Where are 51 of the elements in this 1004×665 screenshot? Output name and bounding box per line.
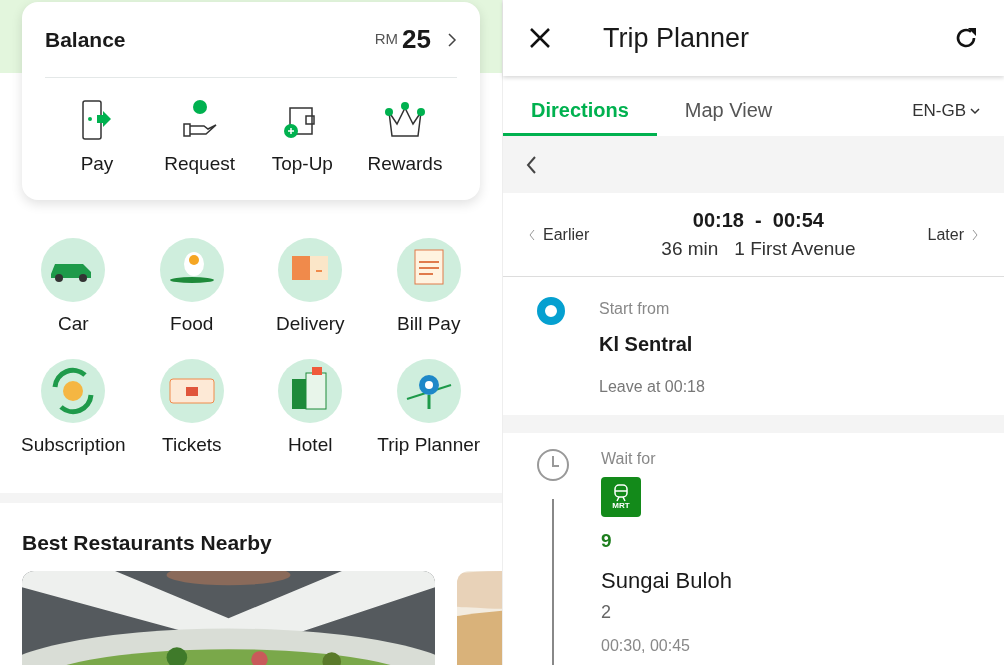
service-shortcut[interactable]: Hotel <box>251 358 370 459</box>
leave-time: Leave at 00:18 <box>599 377 705 397</box>
earlier-button[interactable]: Earlier <box>529 222 590 247</box>
service-shortcut[interactable]: Subscription <box>14 358 133 459</box>
food-plate-icon <box>159 238 224 302</box>
service-shortcut[interactable]: Bill Pay <box>369 238 488 339</box>
chevron-left-icon <box>529 228 535 241</box>
balance-label: Balance <box>45 26 126 53</box>
service-shortcut[interactable]: Food <box>132 238 251 339</box>
wallet-action[interactable]: Request <box>151 98 248 179</box>
map-pin-icon <box>396 358 461 423</box>
chevron-right-icon <box>972 228 978 241</box>
car-icon <box>41 238 106 302</box>
close-icon[interactable] <box>529 27 551 49</box>
bill-icon <box>396 238 461 302</box>
later-button[interactable]: Later <box>927 222 978 247</box>
platform-number: 2 <box>601 600 612 624</box>
destination: 1 First Avenue <box>734 237 856 262</box>
train-icon <box>613 484 629 502</box>
departure-times: 00:30, 00:45 <box>601 635 691 656</box>
refresh-icon[interactable] <box>954 26 978 50</box>
hotel-icon <box>278 358 343 423</box>
tab[interactable]: Map View <box>656 76 801 136</box>
wallet-action[interactable]: Rewards <box>356 98 453 179</box>
page-title: Trip Planner <box>603 21 750 55</box>
language-selector[interactable]: EN-GB <box>912 98 980 124</box>
clock-icon <box>535 447 571 483</box>
back-icon[interactable] <box>525 154 537 175</box>
start-place: Kl Sentral <box>599 332 694 357</box>
service-shortcut[interactable]: Delivery <box>251 238 370 339</box>
badge-label: MRT <box>612 502 630 510</box>
ticket-icon <box>159 358 224 423</box>
start-label: Start from <box>599 299 671 319</box>
service-shortcut[interactable]: Trip Planner <box>369 358 488 459</box>
service-shortcut[interactable]: Tickets <box>132 358 251 459</box>
line-number: 9 <box>601 529 613 553</box>
trip-duration: 36 min <box>661 237 719 262</box>
wallet-action[interactable]: Pay <box>49 98 145 179</box>
balance-amount: 25 <box>402 23 431 56</box>
chevron-right-icon[interactable] <box>447 32 457 47</box>
section-heading: Best Restaurants Nearby <box>22 530 273 556</box>
destination-station: Sungai Buloh <box>601 566 732 595</box>
currency-label: RM <box>374 29 399 49</box>
time-range: 00:18 - 00:54 <box>692 208 824 234</box>
service-shortcut[interactable]: Car <box>14 238 133 339</box>
chevron-down-icon <box>970 106 980 115</box>
wallet-action[interactable]: Top-Up <box>254 98 351 179</box>
coin-cycle-icon <box>41 358 106 423</box>
wait-label: Wait for <box>601 449 657 469</box>
start-point-icon <box>537 297 565 325</box>
parcel-icon <box>278 238 343 302</box>
